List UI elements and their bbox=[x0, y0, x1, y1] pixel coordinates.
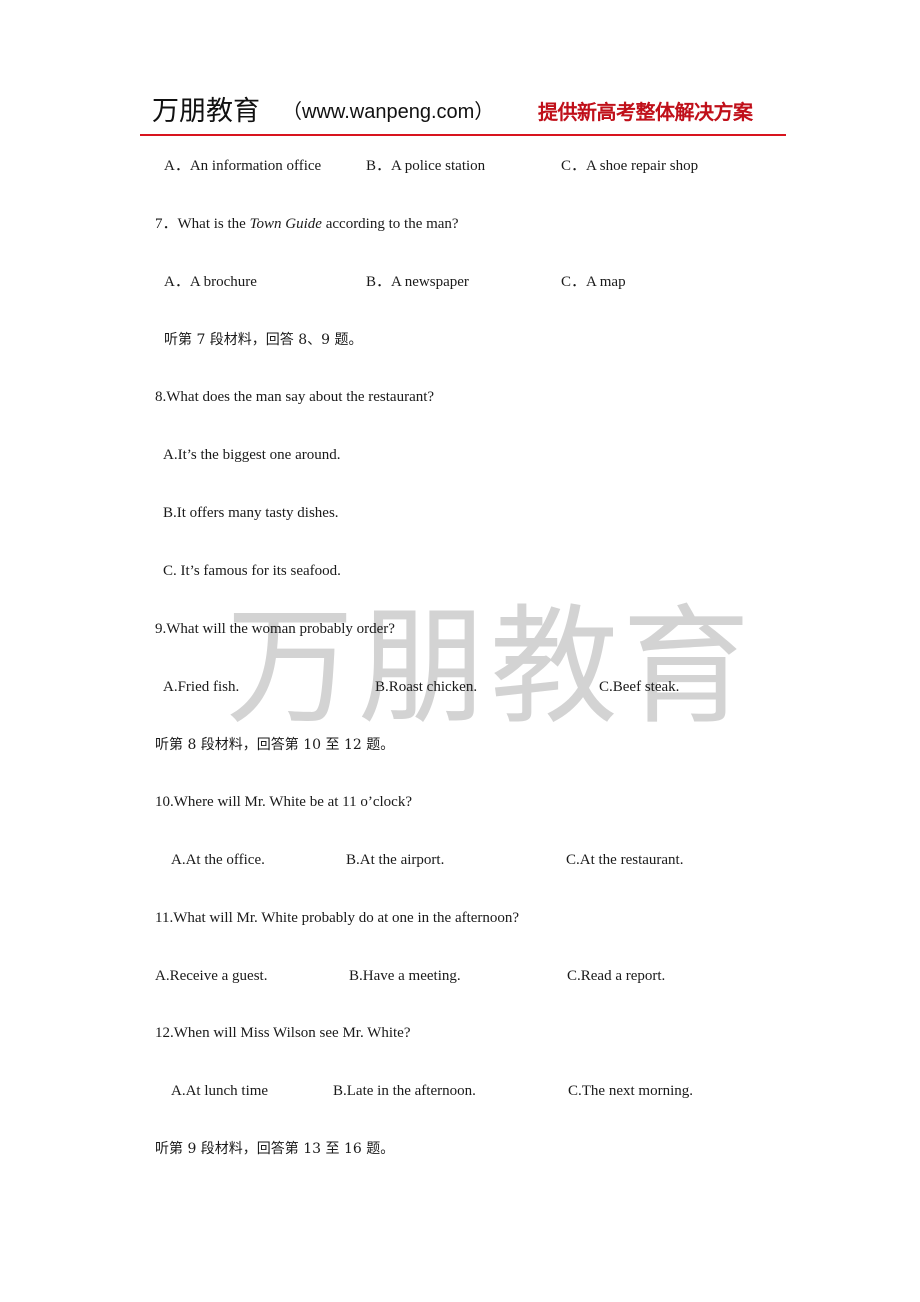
q10-option-c: C.At the restaurant. bbox=[566, 852, 684, 868]
header-divider bbox=[140, 134, 786, 136]
q6-option-b: B．A police station bbox=[366, 158, 486, 174]
q10-option-a: A.At the office. bbox=[171, 852, 265, 868]
slogan: 提供新高考整体解决方案 bbox=[538, 100, 753, 124]
q7-option-a: A．A brochure bbox=[164, 274, 257, 290]
q9-option-c: C.Beef steak. bbox=[599, 679, 680, 695]
q12-option-a: A.At lunch time bbox=[171, 1083, 269, 1099]
q7-question-prefix: 7．What is the bbox=[155, 216, 250, 232]
q8-question: 8.What does the man say about the restau… bbox=[155, 389, 435, 405]
q6-option-c: C．A shoe repair shop bbox=[561, 158, 699, 174]
q11-option-a: A.Receive a guest. bbox=[155, 968, 268, 984]
q12-option-c: C.The next morning. bbox=[568, 1083, 693, 1099]
q8-option-c: C. It’s famous for its seafood. bbox=[163, 563, 341, 579]
q11-option-c: C.Read a report. bbox=[567, 968, 666, 984]
q6-option-a: A．An information office bbox=[164, 158, 322, 174]
section-7-instruction: 听第 7 段材料，回答 8、9 题。 bbox=[164, 332, 363, 348]
q7-question: 7．What is the Town Guide according to th… bbox=[155, 214, 459, 234]
q9-option-b: B.Roast chicken. bbox=[375, 679, 478, 695]
q12-question: 12.When will Miss Wilson see Mr. White? bbox=[155, 1025, 411, 1041]
brand-logo-text: 万朋教育 bbox=[152, 96, 260, 127]
q7-option-c: C．A map bbox=[561, 274, 626, 290]
q7-option-b: B．A newspaper bbox=[366, 274, 469, 290]
q7-question-italic: Town Guide bbox=[249, 216, 322, 232]
q12-option-b: B.Late in the afternoon. bbox=[333, 1083, 476, 1099]
website-link[interactable]: （www.wanpeng.com） bbox=[282, 92, 494, 132]
q9-option-a: A.Fried fish. bbox=[163, 679, 240, 695]
section-8-instruction: 听第 8 段材料，回答第 10 至 12 题。 bbox=[155, 737, 395, 753]
q7-question-suffix: according to the man? bbox=[321, 216, 459, 232]
q10-question: 10.Where will Mr. White be at 11 o’clock… bbox=[155, 794, 412, 810]
q10-option-b: B.At the airport. bbox=[346, 852, 445, 868]
q11-question: 11.What will Mr. White probably do at on… bbox=[155, 910, 520, 926]
q9-question: 9.What will the woman probably order? bbox=[155, 621, 395, 637]
q8-option-a: A.It’s the biggest one around. bbox=[163, 447, 341, 463]
section-9-instruction: 听第 9 段材料，回答第 13 至 16 题。 bbox=[155, 1141, 395, 1157]
q8-option-b: B.It offers many tasty dishes. bbox=[163, 505, 339, 521]
q11-option-b: B.Have a meeting. bbox=[349, 968, 461, 984]
page-header: 万朋教育 （www.wanpeng.com） 提供新高考整体解决方案 bbox=[152, 92, 784, 132]
